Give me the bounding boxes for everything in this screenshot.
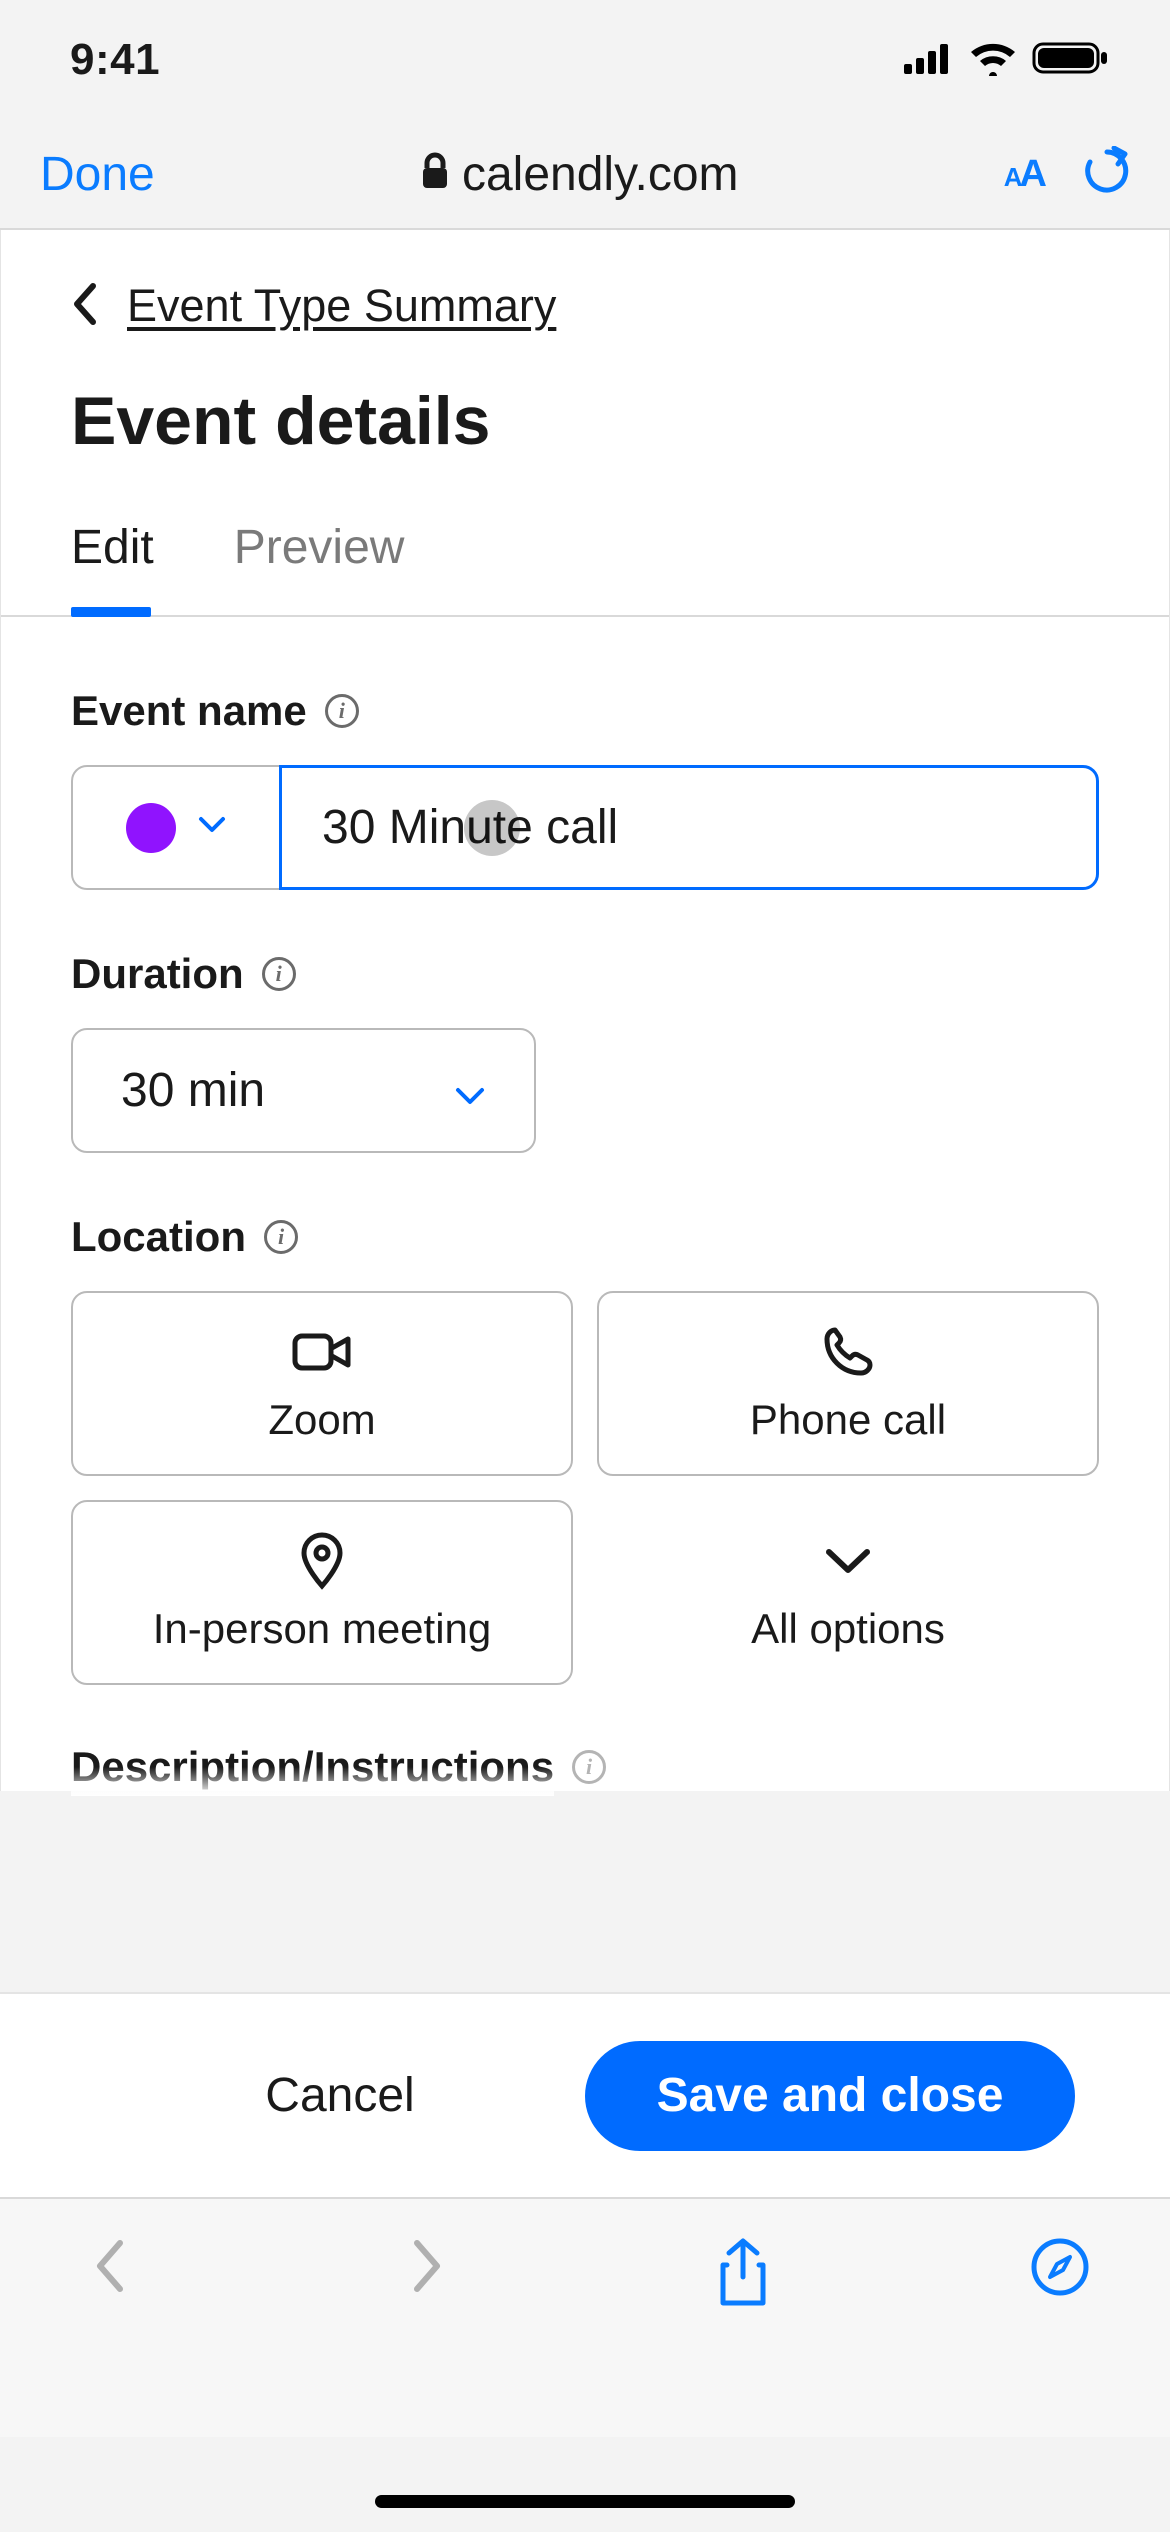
event-name-input[interactable]: 30 Minute call [279,765,1099,890]
event-name-value: 30 Minute call [322,800,618,855]
breadcrumb[interactable]: Event Type Summary [1,230,1169,342]
chevron-down-icon [823,1533,873,1589]
text-size-button[interactable]: AA [1004,153,1044,196]
info-icon[interactable]: i [264,1220,298,1254]
tab-edit[interactable]: Edit [71,520,154,615]
url-text: calendly.com [462,147,739,202]
info-icon[interactable]: i [572,1750,606,1784]
status-icons [904,40,1110,81]
back-chevron-icon [71,282,99,331]
tab-preview[interactable]: Preview [234,520,405,615]
duration-label-row: Duration i [71,950,1099,998]
duration-value: 30 min [121,1063,265,1118]
duration-label: Duration [71,950,244,998]
status-time: 9:41 [70,35,160,85]
battery-icon [1032,40,1110,81]
home-indicator[interactable] [375,2495,795,2508]
safari-toolbar [0,2197,1170,2437]
forward-button[interactable] [387,2237,467,2295]
location-zoom[interactable]: Zoom [71,1291,573,1476]
cellular-icon [904,42,954,79]
tabs: Edit Preview [1,490,1169,617]
description-label: Description/Instructions [71,1743,554,1791]
location-inperson-label: In-person meeting [153,1605,492,1653]
chevron-down-icon [198,816,226,839]
form-area: Event name i 30 Minute call Duration i 3… [1,617,1169,1791]
location-phone[interactable]: Phone call [597,1291,1099,1476]
color-picker-button[interactable] [71,765,281,890]
save-and-close-button[interactable]: Save and close [585,2041,1075,2151]
cancel-button[interactable]: Cancel [95,2068,585,2123]
location-inperson[interactable]: In-person meeting [71,1500,573,1685]
event-name-label-row: Event name i [71,687,1099,735]
location-grid: Zoom Phone call In-person meeting All op… [71,1291,1099,1685]
info-icon[interactable]: i [325,694,359,728]
event-name-label: Event name [71,687,307,735]
phone-icon [820,1324,876,1380]
location-label-row: Location i [71,1213,1099,1261]
form-footer: Cancel Save and close [0,1992,1170,2197]
content-panel: Event Type Summary Event details Edit Pr… [0,230,1170,1791]
location-phone-label: Phone call [750,1396,946,1444]
back-button[interactable] [70,2237,150,2295]
description-label-row: Description/Instructions i [71,1685,1099,1791]
event-name-row: 30 Minute call [71,765,1099,890]
location-all-label: All options [751,1605,945,1653]
done-button[interactable]: Done [40,147,155,202]
share-button[interactable] [703,2237,783,2309]
reload-button[interactable] [1084,146,1130,202]
safari-compass-button[interactable] [1020,2237,1100,2297]
chevron-down-icon [454,1063,486,1118]
location-label: Location [71,1213,246,1261]
info-icon[interactable]: i [262,957,296,991]
location-zoom-label: Zoom [268,1396,375,1444]
breadcrumb-link[interactable]: Event Type Summary [127,280,556,332]
url-display[interactable]: calendly.com [420,147,739,202]
ios-status-bar: 9:41 [0,0,1170,120]
safari-url-bar: Done calendly.com AA [0,120,1170,230]
color-swatch [126,803,176,853]
video-icon [290,1324,354,1380]
wifi-icon [968,40,1018,81]
page-title: Event details [1,342,1169,490]
location-all-options[interactable]: All options [597,1500,1099,1685]
map-pin-icon [300,1533,344,1589]
lock-icon [420,147,450,202]
duration-select[interactable]: 30 min [71,1028,536,1153]
